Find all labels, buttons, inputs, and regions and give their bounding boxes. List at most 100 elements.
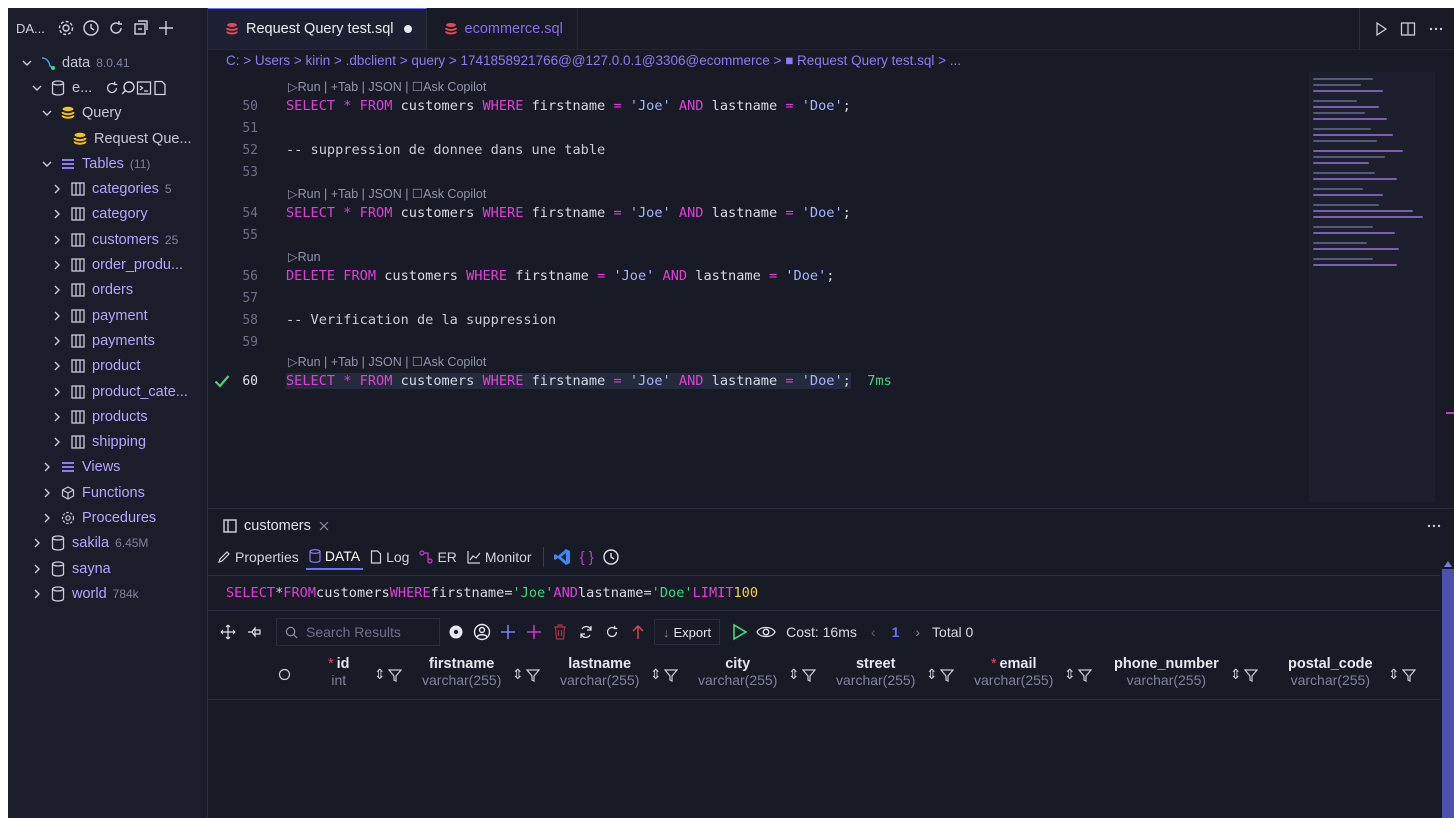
vertical-scrollbar[interactable] — [1442, 569, 1454, 818]
collapse-all-icon[interactable] — [130, 17, 152, 39]
minimap[interactable] — [1309, 72, 1435, 502]
add-connection-icon[interactable] — [155, 17, 177, 39]
chevron-right-icon[interactable] — [40, 511, 54, 525]
tree-item-query[interactable]: Query — [8, 101, 207, 126]
history-icon[interactable] — [80, 17, 102, 39]
tree-item-table[interactable]: payment — [8, 303, 207, 328]
tree-item-table[interactable]: product — [8, 354, 207, 379]
sort-filter-controls[interactable]: ⇕ — [374, 666, 402, 683]
tree-item-table[interactable]: products — [8, 404, 207, 429]
executed-sql[interactable]: SELECT * FROM customers WHERE firstname … — [208, 575, 1440, 611]
breadcrumb[interactable]: C: > Users > kirin > .dbclient > query >… — [208, 50, 1454, 70]
tree-item-data[interactable]: data 8.0.41 — [8, 50, 207, 75]
chevron-right-icon[interactable] — [30, 587, 44, 601]
chevron-right-icon[interactable] — [50, 359, 64, 373]
chevron-right-icon[interactable] — [30, 562, 44, 576]
vscode-icon[interactable] — [552, 547, 572, 567]
panel-tab-customers[interactable]: customers — [208, 509, 1454, 543]
tree-item-table[interactable]: orders — [8, 278, 207, 303]
column-header-lastname[interactable]: lastname varchar(255) — [560, 656, 639, 688]
tree-item-table[interactable]: customers 25 — [8, 227, 207, 252]
tab-data[interactable]: DATA — [305, 544, 364, 570]
settings-icon[interactable] — [446, 621, 466, 643]
chevron-right-icon[interactable] — [50, 334, 64, 348]
tree-item-ecommerce[interactable]: e... — [8, 75, 207, 100]
column-header-email[interactable]: * email varchar(255) — [974, 656, 1053, 688]
column-header-firstname[interactable]: firstname varchar(255) — [422, 656, 501, 688]
tab-monitor[interactable]: Monitor — [464, 544, 535, 570]
tree-item-table[interactable]: product_cate... — [8, 379, 207, 404]
next-page-icon[interactable]: › — [915, 624, 920, 640]
add-column-icon[interactable] — [524, 621, 544, 643]
refresh-icon[interactable] — [104, 80, 120, 96]
sort-filter-controls[interactable]: ⇕ — [650, 666, 678, 683]
refresh-icon[interactable] — [105, 17, 127, 39]
sync-icon[interactable] — [576, 621, 596, 643]
terminal-icon[interactable] — [136, 80, 152, 96]
column-header-city[interactable]: city varchar(255) — [698, 656, 777, 688]
delete-icon[interactable] — [550, 621, 570, 643]
sort-filter-controls[interactable]: ⇕ — [1230, 666, 1258, 683]
add-row-icon[interactable] — [498, 621, 518, 643]
tree-item-tables[interactable]: Tables (11) — [8, 151, 207, 176]
tree-item-database[interactable]: sakila 6.45M — [8, 531, 207, 556]
tab-ecommerce[interactable]: ecommerce.sql — [427, 8, 578, 49]
search-icon[interactable] — [120, 80, 136, 96]
scroll-up-arrow[interactable] — [1444, 561, 1452, 567]
settings-icon[interactable] — [55, 17, 77, 39]
search-icon[interactable] — [278, 668, 292, 682]
column-header-id[interactable]: * id int — [328, 656, 350, 688]
chevron-right-icon[interactable] — [50, 283, 64, 297]
arrow-up-icon[interactable] — [628, 621, 648, 643]
chevron-right-icon[interactable] — [40, 486, 54, 500]
codelens-run[interactable]: ▷Run — [288, 249, 321, 264]
run-file-icon[interactable] — [1374, 21, 1388, 36]
tree-item-table[interactable]: categories 5 — [8, 176, 207, 201]
tree-item-table[interactable]: shipping — [8, 429, 207, 454]
chevron-right-icon[interactable] — [50, 207, 64, 221]
tree-item-table[interactable]: category — [8, 202, 207, 227]
tab-request-query[interactable]: Request Query test.sql — [208, 8, 427, 49]
tree-item-views[interactable]: Views — [8, 455, 207, 480]
run-icon[interactable] — [730, 621, 750, 643]
tab-er[interactable]: ER — [416, 544, 459, 570]
tree-item-table[interactable]: order_produ... — [8, 252, 207, 277]
more-actions-icon[interactable] — [1428, 21, 1444, 37]
chevron-right-icon[interactable] — [30, 536, 44, 550]
tree-item-table[interactable]: payments — [8, 328, 207, 353]
move-icon[interactable] — [218, 621, 238, 643]
chevron-right-icon[interactable] — [40, 460, 54, 474]
prev-page-icon[interactable]: ‹ — [871, 624, 876, 640]
sort-filter-controls[interactable]: ⇕ — [512, 666, 540, 683]
chevron-right-icon[interactable] — [50, 385, 64, 399]
codelens-actions[interactable]: ▷Run | +Tab | JSON | ☐Ask Copilot — [288, 79, 486, 94]
column-header-phone-number[interactable]: phone_number varchar(255) — [1114, 656, 1219, 688]
column-header-postal-code[interactable]: postal_code varchar(255) — [1288, 656, 1373, 688]
codelens-actions[interactable]: ▷Run | +Tab | JSON | ☐Ask Copilot — [288, 354, 486, 369]
eye-icon[interactable] — [756, 621, 776, 643]
sort-filter-controls[interactable]: ⇕ — [1064, 666, 1092, 683]
tree-item-functions[interactable]: Functions — [8, 480, 207, 505]
chevron-right-icon[interactable] — [50, 182, 64, 196]
tab-properties[interactable]: Properties — [214, 544, 302, 570]
sort-filter-controls[interactable]: ⇕ — [1388, 666, 1416, 683]
chevron-down-icon[interactable] — [40, 106, 54, 120]
tree-item-request-query[interactable]: Request Que... — [8, 126, 207, 151]
tab-log[interactable]: Log — [367, 544, 412, 570]
current-page[interactable]: 1 — [892, 624, 900, 640]
chevron-right-icon[interactable] — [50, 435, 64, 449]
chevron-right-icon[interactable] — [50, 309, 64, 323]
chevron-down-icon[interactable] — [40, 157, 54, 171]
chevron-down-icon[interactable] — [20, 56, 34, 70]
sort-filter-controls[interactable]: ⇕ — [788, 666, 816, 683]
sort-filter-controls[interactable]: ⇕ — [926, 666, 954, 683]
chevron-right-icon[interactable] — [50, 258, 64, 272]
code-editor[interactable]: ▷Run | +Tab | JSON | ☐Ask Copilot 50 SEL… — [208, 72, 1454, 502]
unsaved-dot-icon[interactable] — [403, 25, 412, 33]
tree-item-database[interactable]: world 784k — [8, 581, 207, 606]
refresh-icon[interactable] — [602, 621, 622, 643]
export-button[interactable]: ↓ Export — [654, 619, 721, 645]
chevron-down-icon[interactable] — [30, 81, 44, 95]
tree-item-procedures[interactable]: Procedures — [8, 505, 207, 530]
split-editor-icon[interactable] — [1400, 21, 1416, 37]
